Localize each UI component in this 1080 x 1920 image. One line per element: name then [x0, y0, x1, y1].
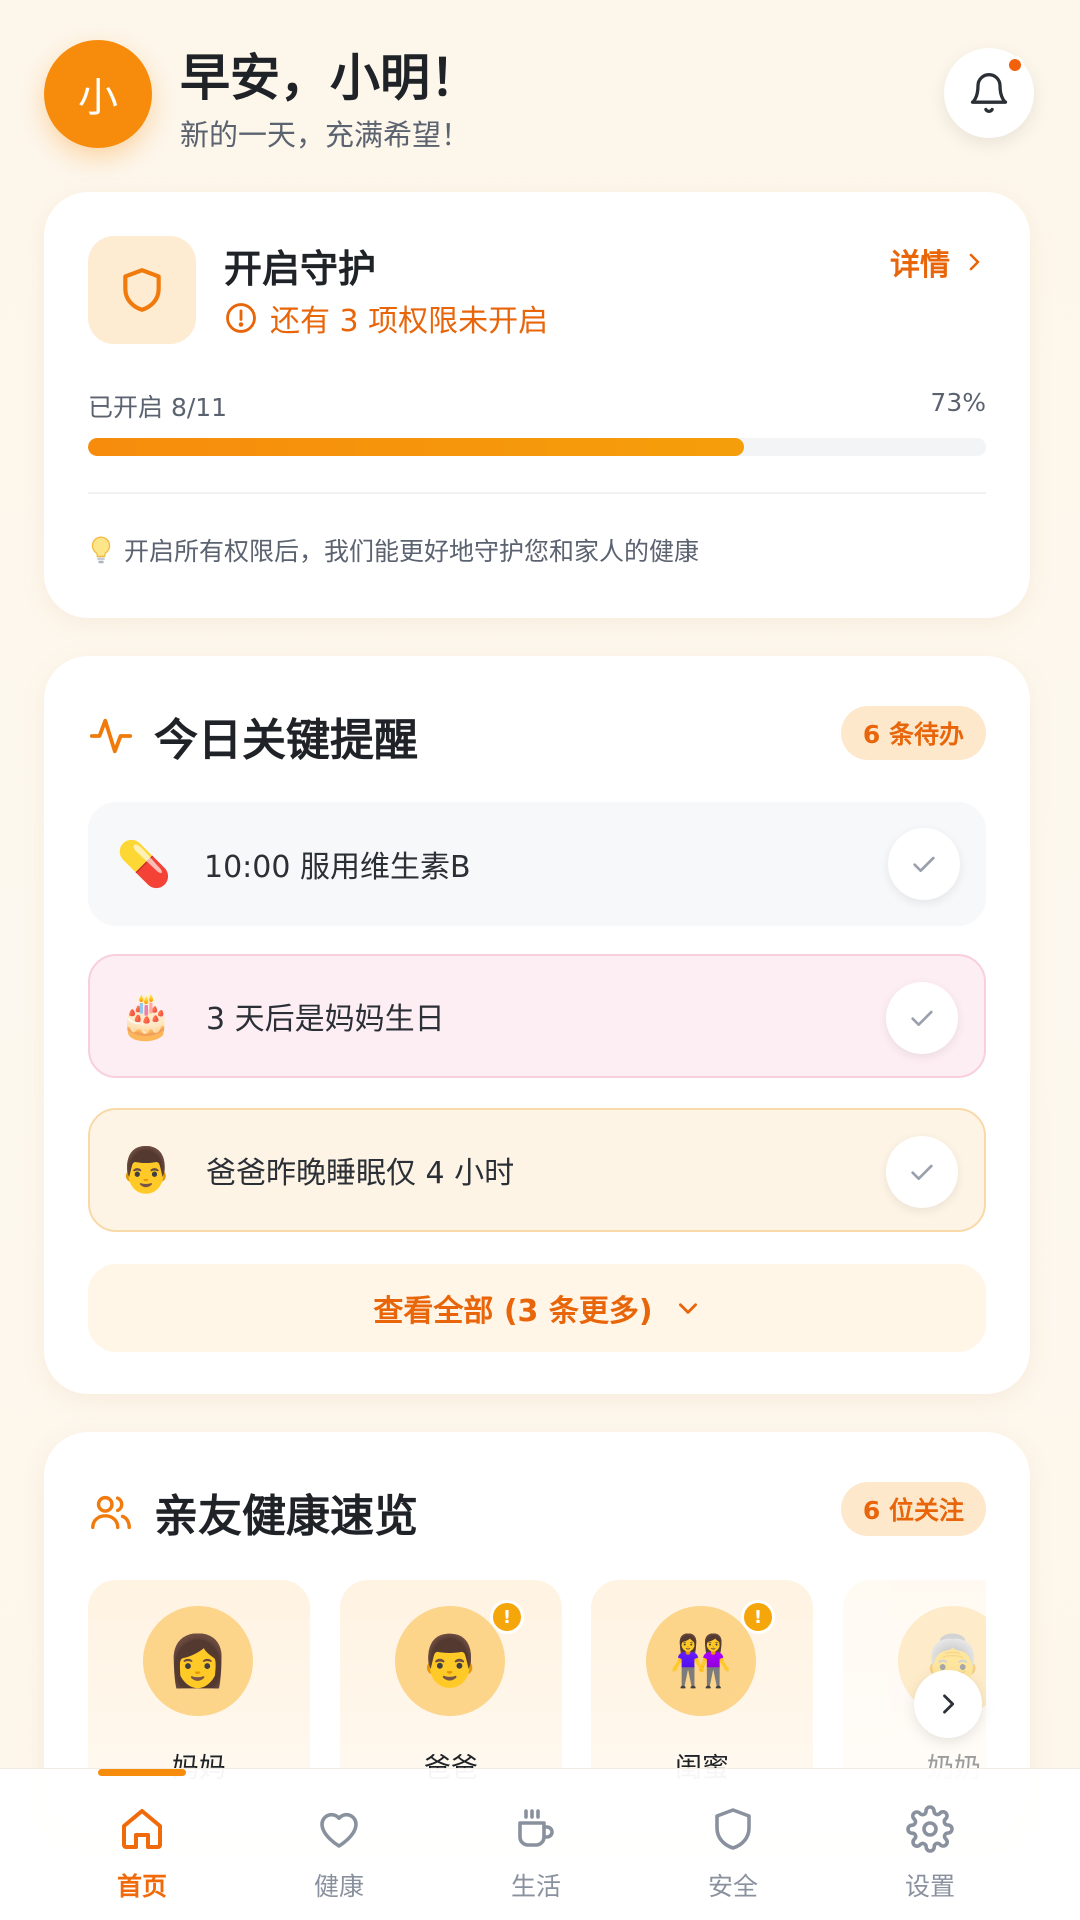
reminder-text: 10:00 服用维生素B	[204, 850, 471, 885]
check-icon	[913, 856, 935, 872]
lightbulb-icon	[91, 536, 111, 564]
home-screen: 小 早安，小明！ 新的一天，充满希望！ 开启守护 还有 3 项权限未开启 详情	[0, 0, 1080, 1920]
reminders-badge: 6 条待办	[840, 706, 986, 760]
users-icon	[91, 1495, 131, 1530]
chevron-right-icon	[943, 1694, 955, 1714]
nav-safety[interactable]: 安全	[635, 1769, 831, 1920]
nav-life[interactable]: 生活	[438, 1769, 634, 1920]
complete-button[interactable]	[888, 828, 960, 900]
nav-health[interactable]: 健康	[241, 1769, 437, 1920]
activity-icon	[89, 718, 133, 754]
progress-label: 已开启 8/11	[88, 393, 228, 422]
nav-settings[interactable]: 设置	[832, 1769, 1028, 1920]
greeting-title: 早安，小明！	[180, 49, 480, 107]
nav-home[interactable]: 首页	[44, 1769, 240, 1920]
friends-title: 亲友健康速览	[154, 1491, 418, 1542]
reminder-text: 3 天后是妈妈生日	[206, 1002, 445, 1037]
permission-warning: 还有 3 项权限未开启	[224, 296, 548, 340]
greeting-subtitle: 新的一天，充满希望！	[180, 118, 471, 152]
alert-circle-icon	[226, 303, 256, 333]
protection-card: 开启守护 还有 3 项权限未开启 详情 已开启 8/11 73% 开启所有权限后…	[44, 192, 1030, 618]
cup-icon	[518, 1809, 554, 1847]
alert-badge: !	[741, 1600, 775, 1634]
divider	[88, 492, 986, 494]
friend-avatar: 👭	[646, 1606, 756, 1716]
alert-badge: !	[490, 1600, 524, 1634]
check-icon	[911, 1164, 933, 1180]
reminders-card: 今日关键提醒 6 条待办 💊 10:00 服用维生素B 🎂 3 天后是妈妈生日 …	[44, 656, 1030, 1394]
nav-label: 首页	[116, 1872, 167, 1901]
scroll-right-button[interactable]	[914, 1670, 982, 1738]
pill-icon: 💊	[116, 839, 172, 890]
details-label: 详情	[890, 248, 950, 283]
bell-icon	[970, 73, 1008, 113]
friend-avatar-emoji: 👨	[418, 1631, 482, 1690]
chevron-right-icon	[969, 253, 980, 271]
reminder-text: 爸爸昨晚睡眠仅 4 小时	[206, 1156, 515, 1191]
notification-dot	[1006, 56, 1024, 74]
home-icon	[122, 1809, 162, 1849]
progress-bar	[88, 438, 986, 456]
reminder-item[interactable]: 💊 10:00 服用维生素B	[88, 802, 986, 926]
gear-icon	[906, 1805, 954, 1853]
chevron-down-icon	[678, 1303, 697, 1314]
shield-icon	[715, 1808, 751, 1850]
bottom-nav: 首页 健康 生活 安全 设置	[0, 1768, 1080, 1920]
progress-fill	[88, 438, 744, 456]
avatar-char: 小	[78, 75, 118, 121]
man-icon: 👨	[118, 1145, 174, 1196]
active-indicator	[98, 1769, 186, 1776]
nav-label: 设置	[904, 1872, 955, 1901]
cake-icon: 🎂	[118, 991, 174, 1042]
details-link[interactable]: 详情	[890, 240, 986, 284]
permission-warning-text: 还有 3 项权限未开启	[270, 304, 549, 339]
shield-badge	[88, 236, 196, 344]
protection-title: 开启守护	[224, 247, 377, 291]
tip-text: 开启所有权限后，我们能更好地守护您和家人的健康	[124, 537, 700, 566]
heart-icon	[320, 1812, 358, 1848]
reminders-header: 今日关键提醒	[88, 704, 418, 768]
nav-label: 健康	[313, 1872, 364, 1901]
complete-button[interactable]	[886, 1136, 958, 1208]
nav-label: 生活	[510, 1872, 561, 1901]
complete-button[interactable]	[886, 982, 958, 1054]
friends-badge: 6 位关注	[840, 1482, 986, 1536]
avatar[interactable]: 小	[44, 40, 152, 148]
check-icon	[911, 1010, 933, 1026]
reminders-title: 今日关键提醒	[154, 715, 418, 766]
view-all-label: 查看全部 (3 条更多)	[373, 1294, 653, 1329]
friends-header: 亲友健康速览	[88, 1480, 418, 1544]
friend-avatar: 👨	[395, 1606, 505, 1716]
friend-avatar: 👩	[143, 1606, 253, 1716]
friend-avatar-emoji: 👭	[669, 1631, 733, 1690]
view-all-button[interactable]: 查看全部 (3 条更多)	[88, 1264, 986, 1352]
reminder-item[interactable]: 🎂 3 天后是妈妈生日	[88, 954, 986, 1078]
nav-label: 安全	[707, 1872, 758, 1901]
reminder-item[interactable]: 👨 爸爸昨晚睡眠仅 4 小时	[88, 1108, 986, 1232]
header: 小 早安，小明！ 新的一天，充满希望！	[44, 36, 1034, 156]
tip: 开启所有权限后，我们能更好地守护您和家人的健康	[88, 532, 699, 568]
progress-percent: 73%	[930, 388, 986, 417]
friend-avatar-emoji: 👩	[166, 1631, 230, 1690]
shield-icon	[123, 268, 161, 312]
notification-button[interactable]	[944, 48, 1034, 138]
